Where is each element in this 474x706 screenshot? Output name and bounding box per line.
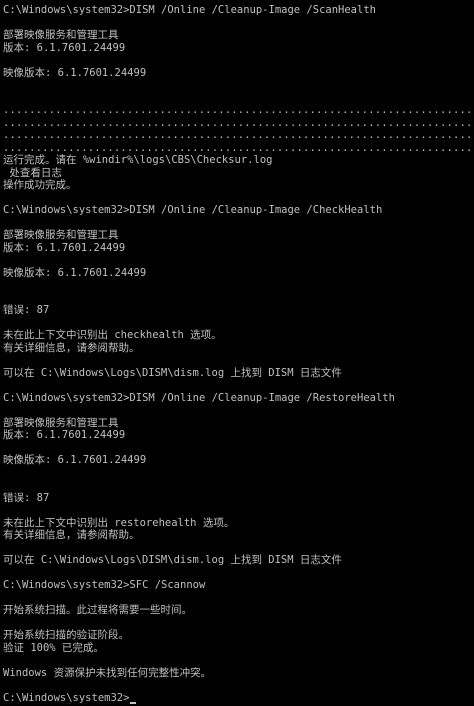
progress-dots-line: ........................................… <box>3 117 474 130</box>
console-line-text: 错误: 87 <box>3 304 50 316</box>
console-line: Windows 资源保护未找到任何完整性冲突。 <box>3 667 474 680</box>
console-line-text: 有关详细信息，请参阅帮助。 <box>3 529 140 541</box>
console-line: 版本: 6.1.7601.24499 <box>3 242 474 255</box>
console-line-text: C:\Windows\system32>SFC /Scannow <box>3 579 206 591</box>
console-line-text: 版本: 6.1.7601.24499 <box>3 241 126 254</box>
console-line: 错误: 87 <box>3 304 474 317</box>
console-line: 未在此上下文中识别出 restorehealth 选项。 <box>3 517 474 530</box>
console-line-text: 部署映像服务和管理工具 <box>3 29 119 41</box>
console-line: 未在此上下文中识别出 checkhealth 选项。 <box>3 329 474 342</box>
console-line: 可以在 C:\Windows\Logs\DISM\dism.log 上找到 DI… <box>3 554 474 567</box>
console-line-text: 映像版本: 6.1.7601.24499 <box>3 266 147 279</box>
command-prompt-line[interactable]: C:\Windows\system32> <box>3 691 474 704</box>
console-line: 操作成功完成。 <box>3 179 474 192</box>
console-line-text: 验证 100% 已完成。 <box>3 641 104 654</box>
text-cursor <box>130 702 137 704</box>
console-line-text: 版本: 6.1.7601.24499 <box>3 429 126 441</box>
console-line: 映像版本: 6.1.7601.24499 <box>3 67 474 80</box>
console-line: 版本: 6.1.7601.24499 <box>3 429 474 442</box>
console-line: 可以在 C:\Windows\Logs\DISM\dism.log 上找到 DI… <box>3 367 474 380</box>
progress-dots-line: ........................................… <box>3 104 474 117</box>
console-line-text: 映像版本: 6.1.7601.24499 <box>3 454 147 466</box>
console-line-text: 未在此上下文中识别出 checkhealth 选项。 <box>3 329 222 341</box>
console-line-text: ........................................… <box>3 141 474 154</box>
console-line-text: 未在此上下文中识别出 restorehealth 选项。 <box>3 516 235 529</box>
console-line-text: 处查看日志 <box>3 166 62 179</box>
console-line: C:\Windows\system32>DISM /Online /Cleanu… <box>3 204 474 217</box>
console-line: 有关详细信息，请参阅帮助。 <box>3 342 474 355</box>
console-line: 部署映像服务和管理工具 <box>3 29 474 42</box>
progress-dots-line: ........................................… <box>3 142 474 155</box>
console-line-text: C:\Windows\system32>DISM /Online /Cleanu… <box>3 391 395 404</box>
console-line-text: ........................................… <box>3 104 474 116</box>
console-line: 映像版本: 6.1.7601.24499 <box>3 267 474 280</box>
console-line-text: 有关详细信息，请参阅帮助。 <box>3 341 140 354</box>
console-line: 部署映像服务和管理工具 <box>3 417 474 430</box>
console-line: 有关详细信息，请参阅帮助。 <box>3 529 474 542</box>
console-line: 错误: 87 <box>3 492 474 505</box>
console-line: 处查看日志 <box>3 167 474 180</box>
console-line: 验证 100% 已完成。 <box>3 642 474 655</box>
console-line-text: C:\Windows\system32>DISM /Online /Cleanu… <box>3 204 383 216</box>
console-line-text: 映像版本: 6.1.7601.24499 <box>3 66 147 79</box>
console-line: 映像版本: 6.1.7601.24499 <box>3 454 474 467</box>
console-line-text: C:\Windows\system32>DISM /Online /Cleanu… <box>3 4 376 16</box>
console-line-text: ........................................… <box>3 116 474 129</box>
console-line: 开始系统扫描。此过程将需要一些时间。 <box>3 604 474 617</box>
console-line-text: ........................................… <box>3 129 474 141</box>
command-prompt-text: C:\Windows\system32> <box>3 691 130 704</box>
console-line-text: Windows 资源保护未找到任何完整性冲突。 <box>3 666 212 679</box>
console-window[interactable]: C:\Windows\system32>DISM /Online /Cleanu… <box>0 0 474 706</box>
console-line-text: 可以在 C:\Windows\Logs\DISM\dism.log 上找到 DI… <box>3 366 342 379</box>
console-line: 运行完成。请在 %windir%\logs\CBS\Checksur.log <box>3 154 474 167</box>
console-line-text: 开始系统扫描。此过程将需要一些时间。 <box>3 604 192 616</box>
console-line-text: 运行完成。请在 %windir%\logs\CBS\Checksur.log <box>3 154 273 166</box>
console-line-text: 可以在 C:\Windows\Logs\DISM\dism.log 上找到 DI… <box>3 554 342 566</box>
console-line-text: 部署映像服务和管理工具 <box>3 416 119 429</box>
console-line: 版本: 6.1.7601.24499 <box>3 42 474 55</box>
console-line: C:\Windows\system32>SFC /Scannow <box>3 579 474 592</box>
console-line-text: 操作成功完成。 <box>3 179 77 191</box>
console-line: C:\Windows\system32>DISM /Online /Cleanu… <box>3 392 474 405</box>
console-line: C:\Windows\system32>DISM /Online /Cleanu… <box>3 4 474 17</box>
console-line-text: 错误: 87 <box>3 491 50 504</box>
progress-dots-line: ........................................… <box>3 129 474 142</box>
console-line-text: 开始系统扫描的验证阶段。 <box>3 629 129 641</box>
console-line-text: 版本: 6.1.7601.24499 <box>3 41 126 54</box>
console-line: 部署映像服务和管理工具 <box>3 229 474 242</box>
console-line-text: 部署映像服务和管理工具 <box>3 229 119 241</box>
console-line: 开始系统扫描的验证阶段。 <box>3 629 474 642</box>
